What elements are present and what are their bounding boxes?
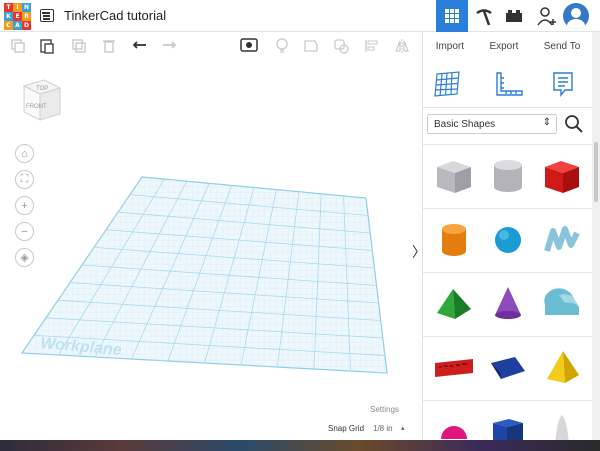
import-button[interactable]: Import xyxy=(436,41,464,52)
undo-icon[interactable] xyxy=(132,38,148,54)
blue-box-shape-icon[interactable] xyxy=(485,409,531,440)
snap-grid-value[interactable]: 1/8 in xyxy=(373,424,393,433)
desktop-background xyxy=(0,440,600,451)
ruler-tool-icon[interactable] xyxy=(494,70,524,98)
scribble-shape-icon[interactable] xyxy=(539,217,585,263)
search-icon[interactable] xyxy=(564,114,584,134)
red-box-shape-icon[interactable] xyxy=(539,153,585,199)
design-title[interactable]: TinkerCad tutorial xyxy=(64,8,166,23)
select-arrows-icon: ⇕ xyxy=(542,117,551,128)
bricks-icon[interactable] xyxy=(504,7,524,27)
box-shape-icon[interactable] xyxy=(431,153,477,199)
view-3d-button[interactable] xyxy=(436,0,468,32)
cylinder-shape-icon[interactable] xyxy=(485,153,531,199)
redo-icon[interactable] xyxy=(161,38,177,54)
top-bar: T I N K E R C A D TinkerCad tutorial xyxy=(0,0,600,32)
light-icon[interactable] xyxy=(274,38,290,54)
user-avatar[interactable] xyxy=(563,3,589,29)
wedge-shape-icon[interactable] xyxy=(485,345,531,391)
shape-row xyxy=(423,144,593,208)
round-roof-shape-icon[interactable] xyxy=(539,281,585,327)
add-user-icon[interactable] xyxy=(536,6,558,28)
shape-row xyxy=(423,336,593,400)
panel-actions: Import Export Send To xyxy=(423,32,593,60)
copy-icon[interactable] xyxy=(10,38,26,54)
right-panel: Import Export Send To Basic Shapes ⇕ xyxy=(422,32,593,440)
paste-icon[interactable] xyxy=(39,38,55,54)
settings-link[interactable]: Settings xyxy=(370,405,399,414)
roof-shape-icon[interactable] xyxy=(431,281,477,327)
shape-icon[interactable] xyxy=(303,38,319,54)
pickaxe-icon[interactable] xyxy=(474,7,494,27)
sphere-shape-icon[interactable] xyxy=(485,217,531,263)
align-icon[interactable] xyxy=(364,38,380,54)
half-sphere-shape-icon[interactable] xyxy=(431,409,477,440)
text-shape-icon[interactable] xyxy=(431,345,477,391)
shape-row xyxy=(423,272,593,336)
tinkercad-logo[interactable]: T I N K E R C A D xyxy=(4,3,31,30)
cone-shape-icon[interactable] xyxy=(485,281,531,327)
workplane[interactable]: Workplane xyxy=(0,60,422,440)
group-icon[interactable] xyxy=(333,38,349,54)
duplicate-icon[interactable] xyxy=(71,38,87,54)
pyramid-shape-icon[interactable] xyxy=(539,345,585,391)
notes-tool-icon[interactable] xyxy=(551,70,575,98)
orange-cylinder-shape-icon[interactable] xyxy=(431,217,477,263)
design-menu-icon[interactable] xyxy=(40,9,54,22)
shape-row xyxy=(423,400,593,440)
mirror-icon[interactable] xyxy=(394,38,410,54)
panel-scrollbar[interactable] xyxy=(592,32,600,440)
grid-icon xyxy=(445,9,459,23)
delete-icon[interactable] xyxy=(101,38,117,54)
workplane-tool-icon[interactable] xyxy=(433,70,461,98)
shape-row xyxy=(423,208,593,272)
notes-icon[interactable] xyxy=(240,38,258,54)
export-button[interactable]: Export xyxy=(489,41,518,52)
snap-grid-label: Snap Grid xyxy=(328,424,365,433)
snap-grid-dropdown-icon[interactable]: ▴ xyxy=(401,424,405,432)
shapes-category-select[interactable]: Basic Shapes ⇕ xyxy=(427,114,557,134)
edit-toolbar xyxy=(0,32,422,60)
paraboloid-shape-icon[interactable] xyxy=(539,409,585,440)
tinkercad-window: T I N K E R C A D TinkerCad tutorial TOP… xyxy=(0,0,600,440)
send-to-button[interactable]: Send To xyxy=(544,41,581,52)
panel-tools xyxy=(423,64,593,108)
3d-viewport[interactable]: TOP FRONT ⌂ ⛶ + − ◈ Workplane 〉 Settings… xyxy=(0,60,426,440)
